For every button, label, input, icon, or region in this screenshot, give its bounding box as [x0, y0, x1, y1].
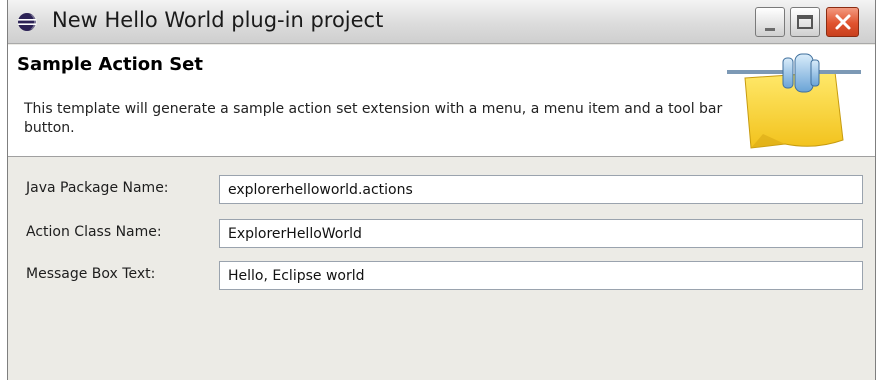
- java-package-row: Java Package Name:: [8, 175, 875, 205]
- close-button[interactable]: [826, 7, 859, 37]
- action-class-row: Action Class Name:: [8, 219, 875, 249]
- plug-in-wizard-graphic: [727, 53, 861, 149]
- message-box-row: Message Box Text:: [8, 261, 875, 291]
- eclipse-icon: [18, 13, 37, 31]
- wizard-banner: Sample Action Set This template will gen…: [8, 45, 875, 157]
- maximize-button[interactable]: [790, 7, 820, 37]
- window-title: New Hello World plug-in project: [52, 8, 384, 32]
- title-bar[interactable]: New Hello World plug-in project: [8, 0, 875, 44]
- page-description: This template will generate a sample act…: [24, 101, 723, 136]
- java-package-label: Java Package Name:: [26, 180, 169, 196]
- minimize-button[interactable]: [755, 7, 785, 37]
- java-package-input[interactable]: [219, 175, 863, 204]
- message-box-input[interactable]: [219, 261, 863, 290]
- message-box-label: Message Box Text:: [26, 266, 156, 282]
- action-class-input[interactable]: [219, 219, 863, 248]
- close-icon: [835, 14, 850, 30]
- minimize-icon: [765, 27, 775, 31]
- page-title: Sample Action Set: [17, 54, 203, 75]
- wizard-dialog: New Hello World plug-in project Sample A…: [7, 0, 876, 380]
- maximize-icon: [797, 15, 813, 29]
- action-class-label: Action Class Name:: [26, 224, 162, 240]
